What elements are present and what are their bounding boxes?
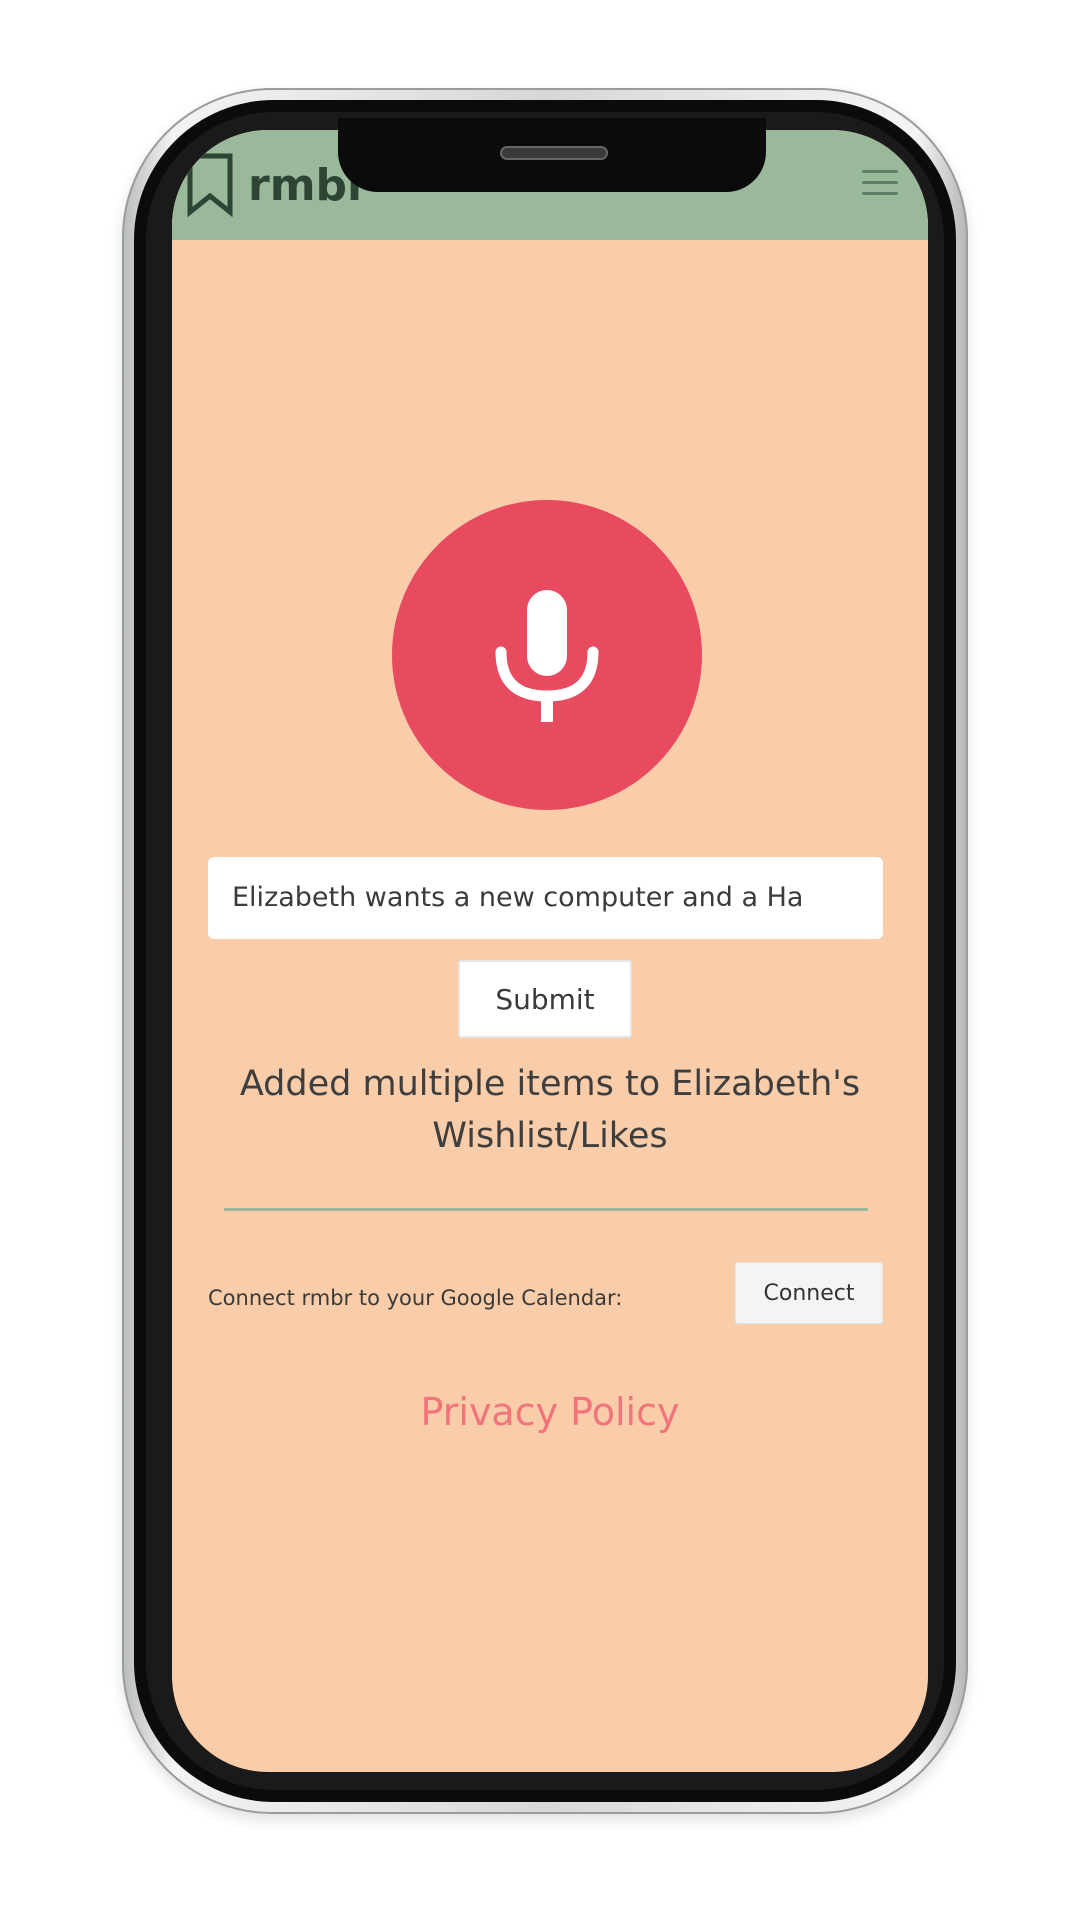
device-mockup: rmbr Elizabeth wants a new computer and …: [0, 0, 1080, 1920]
status-message: Added multiple items to Elizabeth's Wish…: [239, 1064, 861, 1156]
submit-button[interactable]: Submit: [458, 960, 632, 1038]
voice-text-input[interactable]: Elizabeth wants a new computer and a Ha: [208, 857, 883, 939]
calendar-connect-label: Connect rmbr to your Google Calendar:: [208, 1286, 623, 1310]
microphone-button[interactable]: [392, 500, 702, 810]
hamburger-menu-icon[interactable]: [862, 170, 898, 198]
phone-speaker: [500, 146, 608, 160]
microphone-icon: [495, 590, 599, 722]
privacy-policy-link[interactable]: Privacy Policy: [172, 1390, 928, 1434]
section-divider: [224, 1208, 868, 1211]
app-screen: rmbr Elizabeth wants a new computer and …: [172, 130, 928, 1772]
bookmark-icon: [186, 152, 234, 218]
connect-calendar-button[interactable]: Connect: [735, 1262, 883, 1324]
